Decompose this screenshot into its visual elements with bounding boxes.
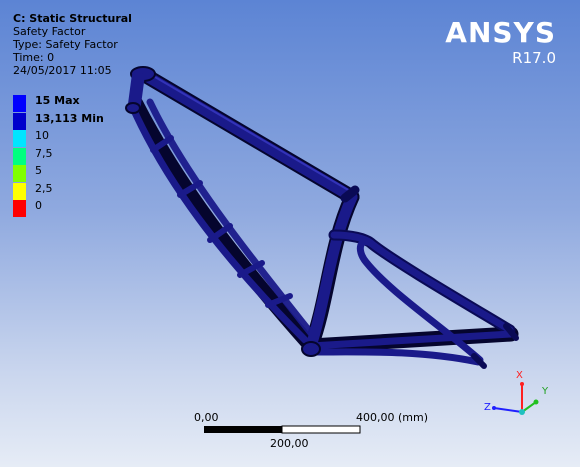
- scale-left-label: 0,00: [194, 411, 219, 424]
- axis-x-label: X: [516, 370, 523, 381]
- axis-triad[interactable]: X Y Z: [480, 368, 560, 432]
- scale-mid-label: 200,00: [270, 437, 309, 450]
- axis-z-label: Z: [484, 402, 491, 413]
- scale-right-label: 400,00 (mm): [356, 411, 428, 424]
- axis-y-label: Y: [542, 386, 549, 397]
